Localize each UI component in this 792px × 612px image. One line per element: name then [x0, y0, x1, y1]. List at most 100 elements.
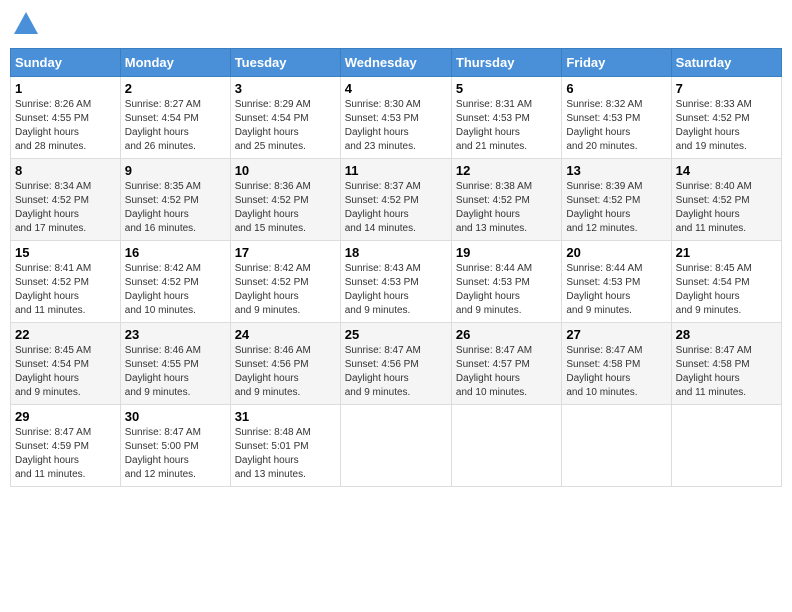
day-detail: Sunrise: 8:44 AMSunset: 4:53 PMDaylight …	[456, 263, 532, 316]
day-number: 28	[676, 327, 777, 342]
day-number: 9	[125, 163, 226, 178]
day-detail: Sunrise: 8:26 AMSunset: 4:55 PMDaylight …	[15, 99, 91, 152]
header-cell-thursday: Thursday	[451, 49, 561, 77]
day-detail: Sunrise: 8:35 AMSunset: 4:52 PMDaylight …	[125, 181, 201, 234]
day-number: 21	[676, 245, 777, 260]
calendar-header: SundayMondayTuesdayWednesdayThursdayFrid…	[11, 49, 782, 77]
day-number: 13	[566, 163, 666, 178]
day-detail: Sunrise: 8:46 AMSunset: 4:56 PMDaylight …	[235, 345, 311, 398]
day-detail: Sunrise: 8:32 AMSunset: 4:53 PMDaylight …	[566, 99, 642, 152]
day-detail: Sunrise: 8:47 AMSunset: 5:00 PMDaylight …	[125, 427, 201, 480]
day-number: 26	[456, 327, 557, 342]
calendar-table: SundayMondayTuesdayWednesdayThursdayFrid…	[10, 48, 782, 487]
day-detail: Sunrise: 8:31 AMSunset: 4:53 PMDaylight …	[456, 99, 532, 152]
calendar-cell: 7 Sunrise: 8:33 AMSunset: 4:52 PMDayligh…	[671, 77, 781, 159]
header-cell-wednesday: Wednesday	[340, 49, 451, 77]
day-detail: Sunrise: 8:43 AMSunset: 4:53 PMDaylight …	[345, 263, 421, 316]
calendar-cell: 27 Sunrise: 8:47 AMSunset: 4:58 PMDaylig…	[562, 323, 671, 405]
calendar-week-5: 29 Sunrise: 8:47 AMSunset: 4:59 PMDaylig…	[11, 405, 782, 487]
calendar-week-2: 8 Sunrise: 8:34 AMSunset: 4:52 PMDayligh…	[11, 159, 782, 241]
header-cell-sunday: Sunday	[11, 49, 121, 77]
day-number: 15	[15, 245, 116, 260]
calendar-cell: 19 Sunrise: 8:44 AMSunset: 4:53 PMDaylig…	[451, 241, 561, 323]
day-number: 2	[125, 81, 226, 96]
day-detail: Sunrise: 8:45 AMSunset: 4:54 PMDaylight …	[15, 345, 91, 398]
day-number: 24	[235, 327, 336, 342]
day-number: 5	[456, 81, 557, 96]
day-number: 25	[345, 327, 447, 342]
calendar-cell	[671, 405, 781, 487]
calendar-cell: 14 Sunrise: 8:40 AMSunset: 4:52 PMDaylig…	[671, 159, 781, 241]
calendar-cell: 25 Sunrise: 8:47 AMSunset: 4:56 PMDaylig…	[340, 323, 451, 405]
calendar-week-4: 22 Sunrise: 8:45 AMSunset: 4:54 PMDaylig…	[11, 323, 782, 405]
day-number: 12	[456, 163, 557, 178]
calendar-cell: 29 Sunrise: 8:47 AMSunset: 4:59 PMDaylig…	[11, 405, 121, 487]
day-number: 22	[15, 327, 116, 342]
calendar-cell: 23 Sunrise: 8:46 AMSunset: 4:55 PMDaylig…	[120, 323, 230, 405]
calendar-week-3: 15 Sunrise: 8:41 AMSunset: 4:52 PMDaylig…	[11, 241, 782, 323]
calendar-body: 1 Sunrise: 8:26 AMSunset: 4:55 PMDayligh…	[11, 77, 782, 487]
day-detail: Sunrise: 8:45 AMSunset: 4:54 PMDaylight …	[676, 263, 752, 316]
calendar-cell: 3 Sunrise: 8:29 AMSunset: 4:54 PMDayligh…	[230, 77, 340, 159]
day-number: 23	[125, 327, 226, 342]
day-detail: Sunrise: 8:47 AMSunset: 4:56 PMDaylight …	[345, 345, 421, 398]
calendar-cell: 1 Sunrise: 8:26 AMSunset: 4:55 PMDayligh…	[11, 77, 121, 159]
calendar-cell: 16 Sunrise: 8:42 AMSunset: 4:52 PMDaylig…	[120, 241, 230, 323]
page-header	[10, 10, 782, 38]
day-detail: Sunrise: 8:47 AMSunset: 4:59 PMDaylight …	[15, 427, 91, 480]
calendar-cell: 4 Sunrise: 8:30 AMSunset: 4:53 PMDayligh…	[340, 77, 451, 159]
calendar-cell: 8 Sunrise: 8:34 AMSunset: 4:52 PMDayligh…	[11, 159, 121, 241]
day-detail: Sunrise: 8:27 AMSunset: 4:54 PMDaylight …	[125, 99, 201, 152]
day-detail: Sunrise: 8:47 AMSunset: 4:58 PMDaylight …	[566, 345, 642, 398]
day-number: 18	[345, 245, 447, 260]
day-number: 6	[566, 81, 666, 96]
day-detail: Sunrise: 8:44 AMSunset: 4:53 PMDaylight …	[566, 263, 642, 316]
calendar-cell: 22 Sunrise: 8:45 AMSunset: 4:54 PMDaylig…	[11, 323, 121, 405]
calendar-cell: 15 Sunrise: 8:41 AMSunset: 4:52 PMDaylig…	[11, 241, 121, 323]
calendar-cell: 2 Sunrise: 8:27 AMSunset: 4:54 PMDayligh…	[120, 77, 230, 159]
day-detail: Sunrise: 8:47 AMSunset: 4:57 PMDaylight …	[456, 345, 532, 398]
day-number: 1	[15, 81, 116, 96]
calendar-cell: 20 Sunrise: 8:44 AMSunset: 4:53 PMDaylig…	[562, 241, 671, 323]
header-cell-friday: Friday	[562, 49, 671, 77]
calendar-cell	[340, 405, 451, 487]
day-detail: Sunrise: 8:36 AMSunset: 4:52 PMDaylight …	[235, 181, 311, 234]
day-number: 14	[676, 163, 777, 178]
day-number: 16	[125, 245, 226, 260]
day-number: 11	[345, 163, 447, 178]
calendar-cell: 10 Sunrise: 8:36 AMSunset: 4:52 PMDaylig…	[230, 159, 340, 241]
calendar-cell: 5 Sunrise: 8:31 AMSunset: 4:53 PMDayligh…	[451, 77, 561, 159]
calendar-cell: 9 Sunrise: 8:35 AMSunset: 4:52 PMDayligh…	[120, 159, 230, 241]
day-detail: Sunrise: 8:38 AMSunset: 4:52 PMDaylight …	[456, 181, 532, 234]
calendar-cell: 31 Sunrise: 8:48 AMSunset: 5:01 PMDaylig…	[230, 405, 340, 487]
day-detail: Sunrise: 8:42 AMSunset: 4:52 PMDaylight …	[235, 263, 311, 316]
calendar-cell: 17 Sunrise: 8:42 AMSunset: 4:52 PMDaylig…	[230, 241, 340, 323]
day-number: 8	[15, 163, 116, 178]
day-detail: Sunrise: 8:46 AMSunset: 4:55 PMDaylight …	[125, 345, 201, 398]
calendar-cell: 6 Sunrise: 8:32 AMSunset: 4:53 PMDayligh…	[562, 77, 671, 159]
calendar-cell: 28 Sunrise: 8:47 AMSunset: 4:58 PMDaylig…	[671, 323, 781, 405]
day-number: 17	[235, 245, 336, 260]
day-number: 4	[345, 81, 447, 96]
day-number: 3	[235, 81, 336, 96]
day-detail: Sunrise: 8:33 AMSunset: 4:52 PMDaylight …	[676, 99, 752, 152]
day-number: 19	[456, 245, 557, 260]
calendar-cell	[562, 405, 671, 487]
day-number: 27	[566, 327, 666, 342]
day-detail: Sunrise: 8:34 AMSunset: 4:52 PMDaylight …	[15, 181, 91, 234]
calendar-cell	[451, 405, 561, 487]
calendar-cell: 30 Sunrise: 8:47 AMSunset: 5:00 PMDaylig…	[120, 405, 230, 487]
header-cell-monday: Monday	[120, 49, 230, 77]
day-number: 7	[676, 81, 777, 96]
calendar-cell: 12 Sunrise: 8:38 AMSunset: 4:52 PMDaylig…	[451, 159, 561, 241]
day-detail: Sunrise: 8:47 AMSunset: 4:58 PMDaylight …	[676, 345, 752, 398]
day-detail: Sunrise: 8:48 AMSunset: 5:01 PMDaylight …	[235, 427, 311, 480]
day-detail: Sunrise: 8:29 AMSunset: 4:54 PMDaylight …	[235, 99, 311, 152]
header-cell-saturday: Saturday	[671, 49, 781, 77]
calendar-cell: 26 Sunrise: 8:47 AMSunset: 4:57 PMDaylig…	[451, 323, 561, 405]
day-number: 10	[235, 163, 336, 178]
day-detail: Sunrise: 8:40 AMSunset: 4:52 PMDaylight …	[676, 181, 752, 234]
calendar-cell: 18 Sunrise: 8:43 AMSunset: 4:53 PMDaylig…	[340, 241, 451, 323]
calendar-cell: 21 Sunrise: 8:45 AMSunset: 4:54 PMDaylig…	[671, 241, 781, 323]
day-number: 30	[125, 409, 226, 424]
